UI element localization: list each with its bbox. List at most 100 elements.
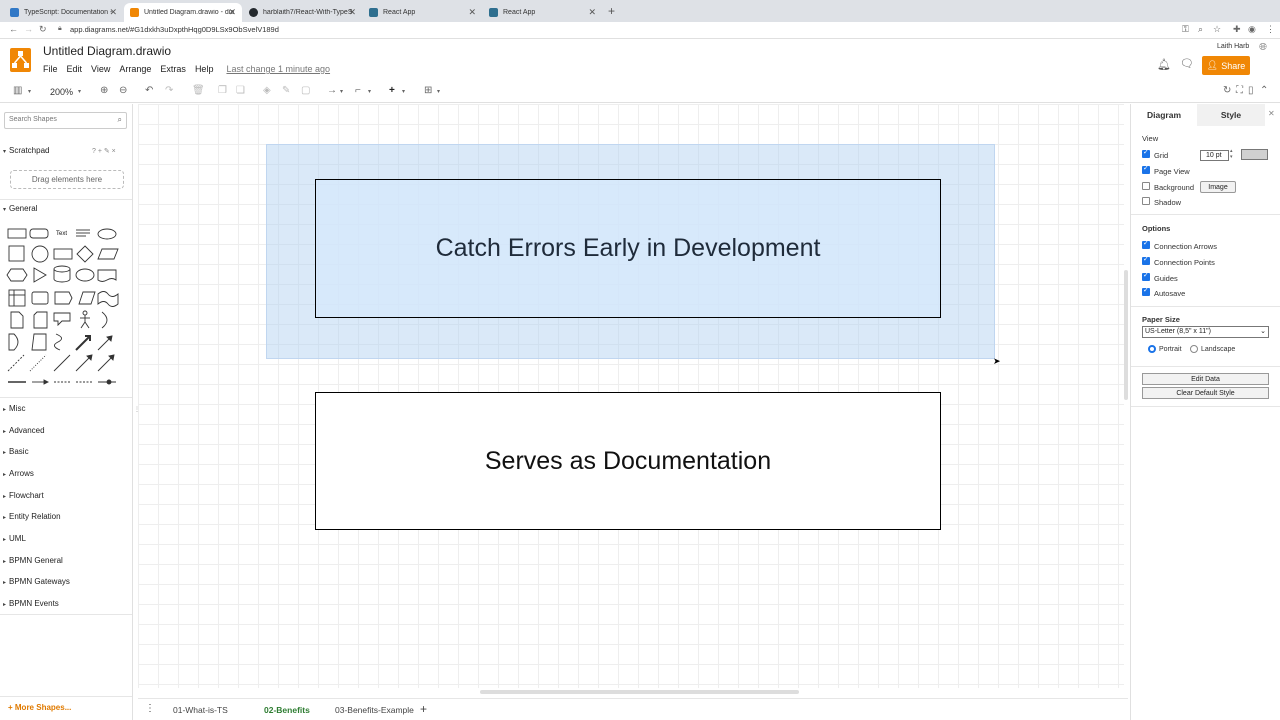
reload-icon[interactable]: ↻ — [39, 24, 47, 35]
fill-color-icon[interactable]: ◈ — [263, 85, 271, 96]
key-icon[interactable]: ⚿ — [1182, 24, 1189, 35]
back-icon[interactable]: ← — [9, 24, 18, 34]
globe-icon[interactable]: 🌐︎ — [1259, 42, 1267, 53]
search-icon[interactable]: ⌕ — [118, 115, 122, 125]
edit-data-button[interactable]: Edit Data — [1142, 373, 1269, 385]
portrait-radio[interactable] — [1148, 345, 1156, 353]
browser-tab-github[interactable]: harblaith7/React-With-TypeSc ✕ — [243, 3, 362, 22]
document-title[interactable]: Untitled Diagram.drawio — [43, 44, 171, 58]
background-checkbox[interactable] — [1142, 182, 1150, 190]
browser-tab-drawio[interactable]: Untitled Diagram.drawio - diag ✕ — [124, 3, 242, 22]
scratchpad-tools[interactable]: ? + ✎ × — [92, 147, 116, 155]
search-shapes-input[interactable]: Search Shapes ⌕ — [4, 112, 127, 129]
line-color-icon[interactable]: ✎ — [282, 85, 290, 96]
grid-size-stepper[interactable]: ▴ ▾ — [1230, 148, 1233, 160]
close-tab-icon[interactable]: ✕ — [109, 7, 117, 18]
chevron-down-icon[interactable]: ▾ — [28, 88, 31, 95]
image-button[interactable]: Image — [1200, 181, 1236, 193]
vertical-scrollbar[interactable] — [1124, 270, 1128, 400]
browser-tab-react-1[interactable]: React App ✕ — [363, 3, 482, 22]
browser-tab-typescript[interactable]: TypeScript: Documentation - I ✕ — [4, 3, 123, 22]
page-tab-what-is-ts[interactable]: 01-What-is-TS — [173, 705, 228, 715]
tab-style[interactable]: Style — [1197, 104, 1265, 126]
general-shapes-palette[interactable] — [6, 224, 124, 390]
close-tab-icon[interactable]: ✕ — [228, 7, 236, 18]
page-view-checkbox[interactable] — [1142, 164, 1150, 174]
paper-size-select[interactable]: US-Letter (8,5" x 11") ⌄ — [1142, 326, 1269, 338]
bookmark-star-icon[interactable]: ☆ — [1213, 24, 1221, 35]
chevron-down-icon[interactable]: ▾ — [340, 88, 343, 95]
tab-diagram[interactable]: Diagram — [1131, 104, 1197, 126]
autosave-checkbox[interactable] — [1142, 286, 1150, 296]
page-tab-benefits[interactable]: 02-Benefits — [264, 705, 310, 715]
close-icon[interactable]: ✕ — [1268, 109, 1275, 118]
menu-view[interactable]: View — [91, 64, 110, 76]
to-front-icon[interactable]: ❐ — [218, 85, 227, 96]
new-tab-icon[interactable]: + — [608, 4, 615, 18]
grid-checkbox[interactable] — [1142, 148, 1150, 158]
delete-icon[interactable]: 🗑︎ — [192, 85, 205, 96]
flowchart-section[interactable]: Flowchart — [9, 491, 44, 500]
profile-icon[interactable]: ◉ — [1248, 24, 1256, 35]
chevron-down-icon[interactable]: ▾ — [78, 88, 81, 95]
zoom-level[interactable]: 200% — [50, 87, 73, 97]
general-section-title[interactable]: General — [9, 204, 37, 213]
horizontal-scrollbar[interactable] — [480, 690, 799, 694]
browser-tab-react-2[interactable]: React App ✕ — [483, 3, 602, 22]
close-tab-icon[interactable]: ✕ — [468, 7, 476, 18]
user-name[interactable]: Laith Harb — [1217, 43, 1249, 50]
scratchpad-drop-area[interactable]: Drag elements here — [10, 170, 124, 189]
format-icon[interactable]: ▯ — [1248, 85, 1254, 96]
zoom-in-icon[interactable]: ⊕ — [100, 85, 108, 96]
more-shapes-button[interactable]: + More Shapes... — [8, 703, 71, 712]
shadow-checkbox[interactable] — [1142, 197, 1150, 205]
last-change-link[interactable]: Last change 1 minute ago — [226, 64, 330, 76]
notification-bell-icon[interactable]: 🔔︎ — [1157, 58, 1171, 71]
menu-extras[interactable]: Extras — [160, 64, 186, 76]
comment-icon[interactable]: 🗨︎ — [1180, 57, 1194, 70]
fullscreen-icon[interactable]: ⛶ — [1236, 85, 1243, 96]
menu-file[interactable]: File — [43, 64, 58, 76]
grid-size-input[interactable]: 10 pt — [1200, 150, 1229, 161]
to-back-icon[interactable]: ❏ — [236, 85, 245, 96]
chevron-down-icon[interactable]: ▾ — [437, 88, 440, 95]
extensions-icon[interactable]: ✚ — [1233, 24, 1241, 35]
forward-icon[interactable]: → — [24, 24, 33, 34]
menu-arrange[interactable]: Arrange — [119, 64, 151, 76]
entity-relation-section[interactable]: Entity Relation — [9, 512, 61, 521]
connection-arrows-checkbox[interactable] — [1142, 239, 1150, 249]
menu-help[interactable]: Help — [195, 64, 214, 76]
misc-section[interactable]: Misc — [9, 404, 25, 413]
diagram-shape-catch-errors[interactable]: Catch Errors Early in Development — [315, 179, 941, 318]
grid-color-swatch[interactable] — [1241, 149, 1268, 160]
advanced-section[interactable]: Advanced — [9, 426, 45, 435]
close-tab-icon[interactable]: ✕ — [348, 7, 356, 18]
collapse-icon[interactable]: ⌃ — [1260, 85, 1268, 96]
basic-section[interactable]: Basic — [9, 447, 29, 456]
pages-menu-icon[interactable]: ⋮ — [145, 703, 155, 714]
connection-points-checkbox[interactable] — [1142, 255, 1150, 265]
chevron-down-icon[interactable]: ▾ — [402, 88, 405, 95]
insert-icon[interactable]: + — [389, 85, 395, 96]
table-icon[interactable]: ⊞ — [424, 85, 432, 96]
zoom-icon[interactable]: ⌕ — [1198, 24, 1203, 35]
shadow-icon[interactable]: ▢ — [301, 85, 310, 96]
waypoints-icon[interactable]: ⌐ — [355, 85, 361, 96]
menu-edit[interactable]: Edit — [67, 64, 83, 76]
diagram-shape-documentation[interactable]: Serves as Documentation — [315, 392, 941, 530]
format-panel-toggle-icon[interactable]: ▥ — [13, 85, 22, 96]
guides-checkbox[interactable] — [1142, 271, 1150, 281]
share-button[interactable]: 👤︎ Share — [1202, 56, 1250, 75]
page-tab-benefits-example[interactable]: 03-Benefits-Example — [335, 705, 414, 715]
redo-icon[interactable]: ↷ — [165, 85, 173, 96]
clear-default-style-button[interactable]: Clear Default Style — [1142, 387, 1269, 399]
zoom-out-icon[interactable]: ⊖ — [119, 85, 127, 96]
bpmn-events-section[interactable]: BPMN Events — [9, 599, 59, 608]
add-page-icon[interactable]: + — [420, 702, 427, 716]
bpmn-general-section[interactable]: BPMN General — [9, 556, 63, 565]
chevron-down-icon[interactable]: ▾ — [368, 88, 371, 95]
url-field[interactable]: app.diagrams.net/#G1dxkh3uDxpthHqg0D9LSx… — [70, 25, 279, 34]
connection-icon[interactable]: → — [327, 85, 337, 96]
scratchpad-title[interactable]: Scratchpad — [9, 146, 49, 155]
undo-icon[interactable]: ↶ — [145, 85, 153, 96]
